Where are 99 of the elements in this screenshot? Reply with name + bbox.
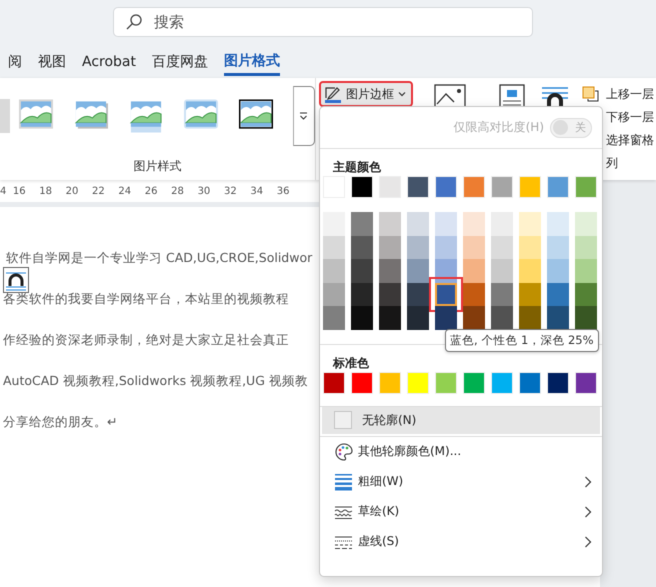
color-swatch[interactable]	[575, 259, 597, 283]
color-swatch[interactable]	[407, 282, 429, 306]
ribbon-tab[interactable]: Acrobat	[74, 48, 144, 76]
picture-border-button[interactable]: 图片边框	[320, 82, 412, 106]
toggle-label: 仅限高对比度(H)	[454, 119, 544, 136]
color-swatch[interactable]	[407, 236, 429, 260]
color-swatch[interactable]	[463, 282, 485, 306]
color-swatch[interactable]	[463, 306, 485, 330]
ruler-number: 16	[12, 186, 27, 196]
bring-forward-icon	[582, 86, 599, 102]
empty-swatch-icon	[334, 411, 352, 430]
paragraph-line: 软件自学网是一个专业学习 CAD,UG,CROE,Solidwor	[5, 250, 312, 266]
color-swatch[interactable]	[407, 306, 429, 330]
color-swatch[interactable]	[351, 236, 373, 260]
color-swatch[interactable]	[575, 282, 597, 306]
color-swatch[interactable]	[519, 259, 541, 283]
arrange-command[interactable]: 下移一层	[606, 108, 654, 126]
color-swatch[interactable]	[575, 236, 597, 260]
arrange-command[interactable]: 上移一层	[606, 86, 654, 102]
palette-icon	[334, 442, 354, 462]
color-swatch[interactable]	[463, 212, 485, 236]
color-swatch[interactable]	[379, 259, 401, 283]
color-swatch[interactable]	[519, 306, 541, 330]
ribbon-tab[interactable]: 阅	[0, 48, 30, 76]
color-swatch[interactable]	[323, 212, 345, 236]
color-swatch[interactable]	[379, 236, 401, 260]
ruler-number: 36	[276, 186, 290, 196]
paragraph-line: AutoCAD 视频教程,Solidworks 视频教程,UG 视频教	[3, 373, 308, 389]
ruler-number: 26	[144, 186, 159, 196]
color-swatch[interactable]	[435, 212, 457, 236]
color-swatch[interactable]	[407, 212, 429, 236]
menu-item[interactable]: 虚线(S)	[322, 526, 600, 557]
ruler-number: 20	[64, 186, 80, 196]
color-swatch[interactable]	[323, 259, 345, 283]
paragraph-line: 各类软件的我要自学网络平台，本站里的视频教程	[3, 291, 289, 307]
color-swatch[interactable]	[379, 306, 401, 330]
arrange-command[interactable]: 列	[606, 154, 618, 172]
color-swatch[interactable]	[435, 306, 457, 330]
color-swatch[interactable]	[547, 282, 569, 306]
color-swatch[interactable]	[491, 212, 513, 236]
paragraph-line: 作经验的资深老师录制，绝对是大家立足社会真正	[3, 332, 289, 348]
color-swatch[interactable]	[407, 259, 429, 283]
gallery-more-button[interactable]	[292, 86, 316, 146]
color-swatch[interactable]	[463, 236, 485, 260]
ribbon-tab[interactable]: 视图	[30, 48, 74, 76]
caret-icon	[398, 91, 406, 97]
color-swatch[interactable]	[435, 236, 457, 260]
color-swatch[interactable]	[351, 259, 373, 283]
search-field[interactable]: 搜索	[113, 7, 533, 37]
color-swatch[interactable]	[575, 212, 597, 236]
more-icon	[299, 112, 308, 120]
color-swatch[interactable]	[379, 212, 401, 236]
line-weight-icon	[334, 472, 354, 491]
pen-icon	[324, 85, 342, 103]
ruler-number: 24	[117, 186, 132, 196]
color-swatch[interactable]	[323, 306, 345, 330]
color-swatch[interactable]	[351, 282, 373, 306]
ruler-number: 22	[91, 186, 106, 196]
menu-item[interactable]: 无轮廓(N)	[322, 406, 600, 434]
ruler-number: 18	[38, 186, 53, 196]
ribbon-tab[interactable]: 百度网盘	[144, 48, 216, 76]
color-swatch[interactable]	[351, 212, 373, 236]
ruler-number: 30	[196, 186, 212, 196]
color-swatch[interactable]	[519, 236, 541, 260]
search-icon	[125, 13, 143, 31]
menu-item[interactable]: 其他轮廓颜色(M)...	[322, 436, 600, 467]
color-swatch[interactable]	[491, 306, 513, 330]
color-swatch[interactable]	[351, 306, 373, 330]
color-swatch[interactable]	[547, 236, 569, 260]
group-label: 图片样式	[132, 158, 182, 175]
picture-style-thumbnail[interactable]	[0, 99, 10, 133]
color-swatch[interactable]	[323, 236, 345, 260]
color-swatch[interactable]	[491, 259, 513, 283]
paragraph-line: 分享给您的朋友。↵	[3, 414, 118, 430]
color-swatch[interactable]	[547, 306, 569, 330]
menu-item[interactable]: 草绘(K)	[322, 496, 600, 527]
ruler-number: 34	[249, 186, 264, 196]
color-swatch[interactable]	[547, 212, 569, 236]
ruler-number: 28	[170, 186, 185, 196]
color-swatch[interactable]	[491, 282, 513, 306]
color-swatch[interactable]	[323, 282, 345, 306]
anchor-icon[interactable]	[3, 267, 29, 293]
menu-item[interactable]: 粗细(W)	[322, 466, 600, 497]
color-swatch[interactable]	[463, 259, 485, 283]
color-swatch[interactable]	[575, 306, 597, 330]
section-heading: 主题颜色	[332, 159, 382, 176]
color-swatch[interactable]	[379, 282, 401, 306]
section-heading: 标准色	[332, 354, 370, 372]
color-swatch[interactable]	[519, 212, 541, 236]
ruler-number: 4	[0, 186, 6, 196]
sketch-line-icon	[334, 504, 354, 520]
dashed-line-icon	[334, 534, 354, 550]
tooltip: 蓝色, 个性色 1，深色 25%	[445, 329, 598, 352]
arrange-command[interactable]: 选择窗格	[606, 132, 654, 148]
color-swatch[interactable]	[435, 259, 457, 283]
ruler-number: 32	[222, 186, 238, 196]
color-swatch[interactable]	[547, 259, 569, 283]
color-swatch[interactable]	[491, 236, 513, 260]
color-swatch[interactable]	[519, 282, 541, 306]
